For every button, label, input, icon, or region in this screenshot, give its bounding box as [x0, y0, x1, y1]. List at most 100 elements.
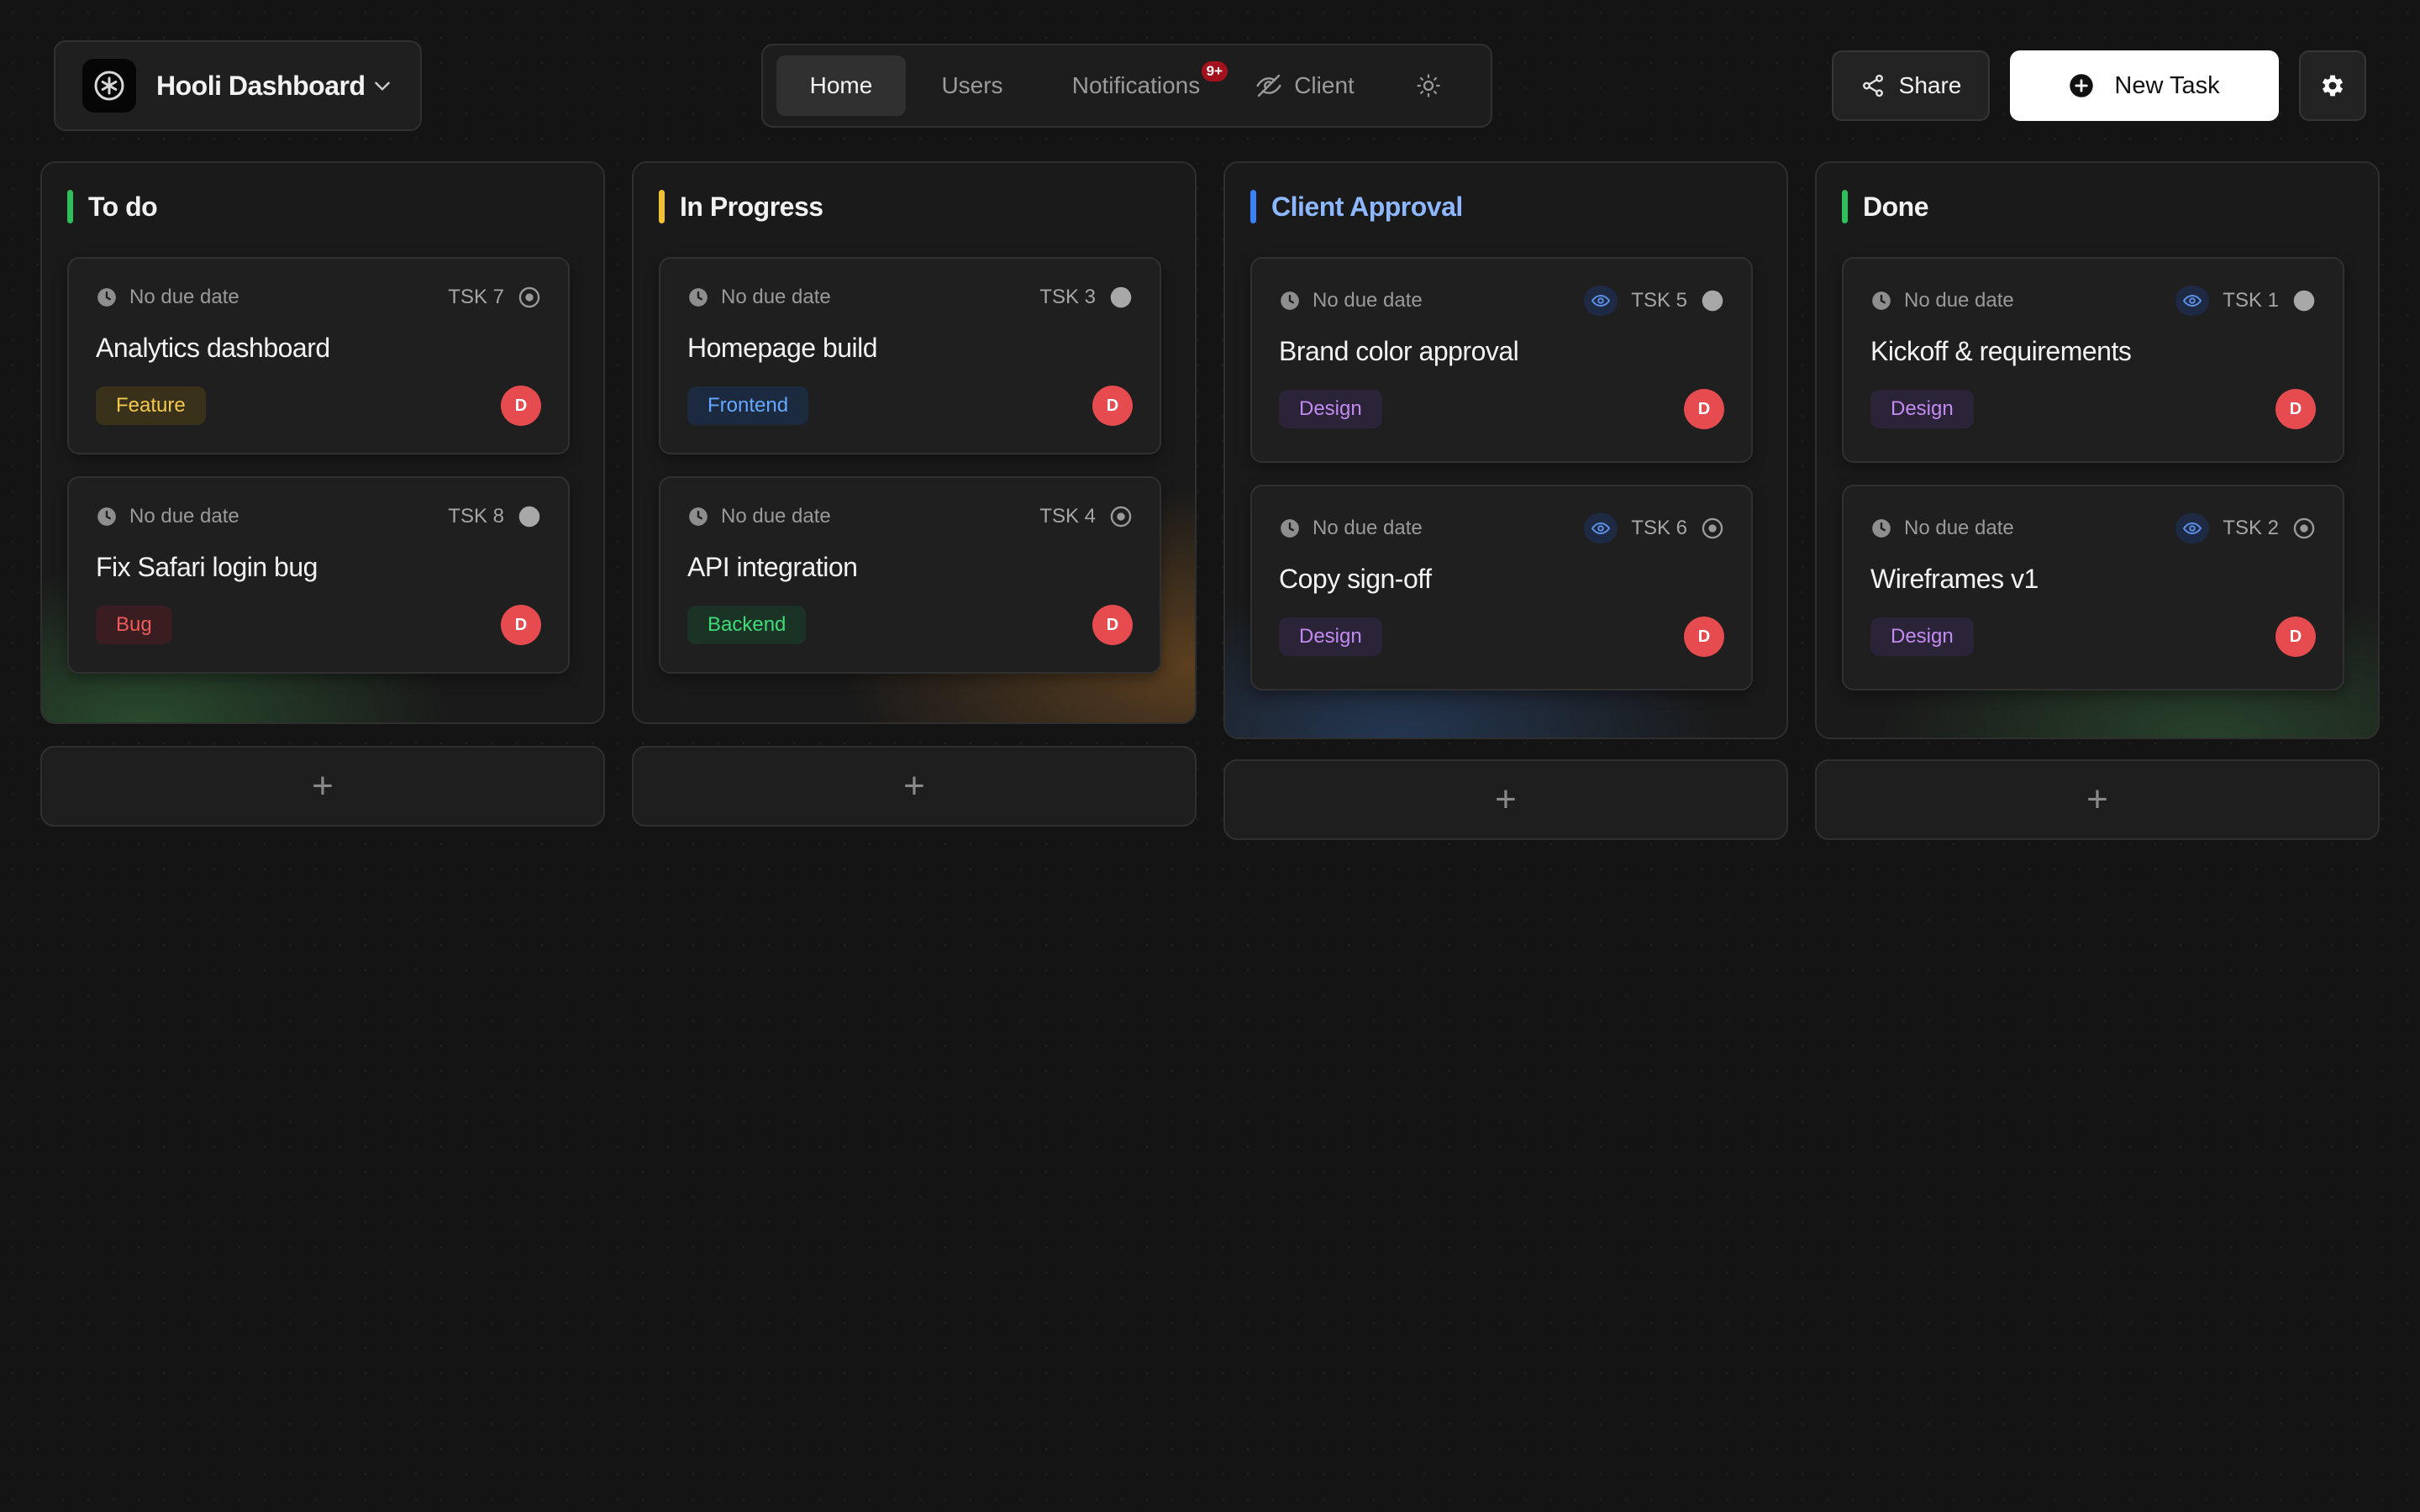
task-id: TSK 1: [2223, 289, 2279, 312]
nav-notifications-label: Notifications: [1071, 72, 1201, 98]
nav-client-toggle[interactable]: Client: [1237, 55, 1373, 116]
sun-icon: [1417, 74, 1440, 97]
task-title: API integration: [687, 552, 858, 582]
avatar[interactable]: D: [501, 605, 541, 645]
task-id: TSK 7: [448, 286, 504, 308]
column-title: Done: [1863, 191, 1929, 222]
target-circle-icon[interactable]: [1109, 505, 1133, 528]
task-card[interactable]: No due date TSK 5 Brand color approval D…: [1250, 257, 1753, 463]
task-tag: Backend: [687, 606, 807, 644]
avatar[interactable]: D: [1684, 617, 1724, 657]
notification-count-badge: 9+: [1198, 59, 1230, 84]
clock-icon: [689, 507, 708, 526]
filled-circle-icon[interactable]: [1701, 289, 1724, 312]
add-task-button-done[interactable]: +: [1815, 759, 2380, 840]
eye-off-icon: [1256, 74, 1281, 97]
avatar[interactable]: D: [1684, 389, 1724, 429]
task-id: TSK 8: [448, 505, 504, 528]
avatar[interactable]: D: [501, 386, 541, 426]
new-task-button[interactable]: New Task: [2010, 50, 2279, 121]
avatar[interactable]: D: [2275, 617, 2316, 657]
avatar[interactable]: D: [1092, 386, 1133, 426]
due-date: No due date: [1313, 517, 1423, 539]
task-card[interactable]: No due date TSK 3 Homepage build Fronten…: [659, 257, 1161, 454]
eye-icon[interactable]: [2175, 513, 2210, 543]
share-icon: [1862, 74, 1883, 97]
task-card[interactable]: No due date TSK 4 API integration Backen…: [659, 476, 1161, 674]
task-id: TSK 6: [1631, 517, 1687, 539]
add-task-button-in-progress[interactable]: +: [632, 746, 1197, 827]
workspace-switcher[interactable]: Hooli Dashboard: [54, 40, 422, 131]
gear-icon: [2322, 75, 2344, 97]
column-title: In Progress: [680, 191, 823, 222]
eye-icon[interactable]: [1584, 286, 1618, 316]
share-label: Share: [1898, 72, 1962, 98]
task-tag: Design: [1870, 617, 1974, 656]
column-title: To do: [88, 191, 158, 222]
column-accent-bar: [659, 190, 665, 223]
task-card[interactable]: No due date TSK 6 Copy sign-off Design D: [1250, 485, 1753, 690]
column-header: To do: [67, 188, 570, 225]
add-task-button-client-approval[interactable]: +: [1223, 759, 1788, 840]
column-accent-bar: [1250, 190, 1256, 223]
due-date: No due date: [1313, 289, 1423, 312]
task-tag: Design: [1870, 390, 1974, 428]
column-client-approval: Client Approval No due date TSK 5 Brand …: [1223, 161, 1788, 739]
share-button[interactable]: Share: [1832, 50, 1990, 121]
clock-icon: [689, 288, 708, 307]
workspace-title: Hooli Dashboard: [156, 70, 366, 101]
column-accent-bar: [1842, 190, 1848, 223]
target-circle-icon[interactable]: [518, 286, 541, 309]
nav-home[interactable]: Home: [776, 55, 906, 116]
column-header: Client Approval: [1250, 188, 1753, 225]
due-date: No due date: [721, 505, 831, 528]
plus-circle-icon: [2070, 74, 2094, 97]
task-title: Analytics dashboard: [96, 333, 330, 363]
due-date: No due date: [129, 505, 239, 528]
filled-circle-icon[interactable]: [518, 505, 541, 528]
add-task-button-todo[interactable]: +: [40, 746, 605, 827]
task-title: Fix Safari login bug: [96, 552, 318, 582]
clock-icon: [1872, 519, 1891, 538]
column-header: In Progress: [659, 188, 1161, 225]
eye-icon[interactable]: [2175, 286, 2210, 316]
column-header: Done: [1842, 188, 2344, 225]
task-card[interactable]: No due date TSK 2 Wireframes v1 Design D: [1842, 485, 2344, 690]
task-id: TSK 3: [1039, 286, 1096, 308]
eye-icon[interactable]: [1584, 513, 1618, 543]
task-id: TSK 4: [1039, 505, 1096, 528]
column-in-progress: In Progress No due date TSK 3 Homepage b…: [632, 161, 1197, 724]
due-date: No due date: [129, 286, 239, 308]
target-circle-icon[interactable]: [1701, 517, 1724, 540]
due-date: No due date: [1904, 289, 2014, 312]
task-tag: Design: [1279, 390, 1382, 428]
task-card[interactable]: No due date TSK 7 Analytics dashboard Fe…: [67, 257, 570, 454]
main-nav: Home Users Notifications 9+ Client: [761, 44, 1492, 128]
clock-icon: [1281, 291, 1299, 310]
nav-users[interactable]: Users: [906, 55, 1039, 116]
clock-icon: [1872, 291, 1891, 310]
due-date: No due date: [1904, 517, 2014, 539]
task-card[interactable]: No due date TSK 1 Kickoff & requirements…: [1842, 257, 2344, 463]
task-tag: Feature: [96, 386, 206, 425]
theme-toggle[interactable]: [1403, 55, 1454, 116]
asterisk-logo-icon: [82, 59, 136, 113]
task-tag: Design: [1279, 617, 1382, 656]
settings-button[interactable]: [2299, 50, 2366, 121]
task-title: Brand color approval: [1279, 336, 1519, 366]
task-id: TSK 5: [1631, 289, 1687, 312]
task-card[interactable]: No due date TSK 8 Fix Safari login bug B…: [67, 476, 570, 674]
filled-circle-icon[interactable]: [1109, 286, 1133, 309]
chevron-down-icon[interactable]: [370, 73, 395, 98]
target-circle-icon[interactable]: [2292, 517, 2316, 540]
clock-icon: [1281, 519, 1299, 538]
task-tag: Bug: [96, 606, 172, 644]
filled-circle-icon[interactable]: [2292, 289, 2316, 312]
column-done: Done No due date TSK 1 Kickoff & require…: [1815, 161, 2380, 739]
avatar[interactable]: D: [1092, 605, 1133, 645]
new-task-label: New Task: [2114, 71, 2220, 99]
nav-notifications[interactable]: Notifications 9+: [1039, 55, 1234, 116]
avatar[interactable]: D: [2275, 389, 2316, 429]
column-accent-bar: [67, 190, 73, 223]
task-tag: Frontend: [687, 386, 809, 425]
